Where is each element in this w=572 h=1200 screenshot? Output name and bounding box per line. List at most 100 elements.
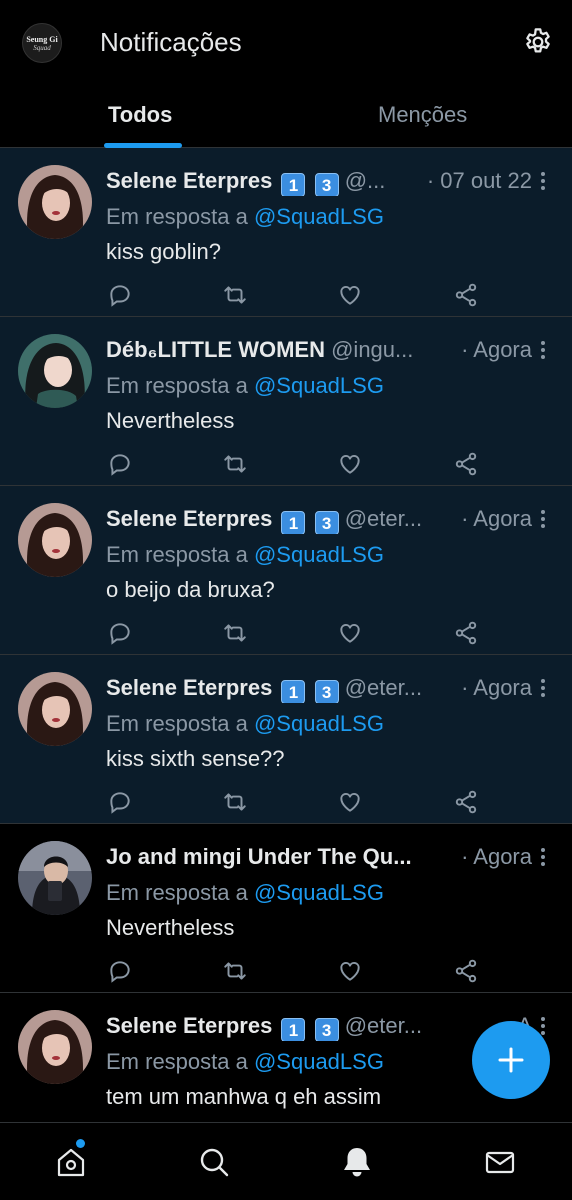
notification-header: Selene Eterpres 1 3 @eter... · A [106, 1013, 532, 1041]
retweet-icon[interactable] [222, 620, 248, 646]
mention-link[interactable]: @SquadLSG [254, 204, 384, 229]
author-name[interactable]: Jo and mingi Under The Qu... [106, 844, 412, 869]
retweet-icon[interactable] [222, 282, 248, 308]
notification-item[interactable]: Selene Eterpres 1 3 @... · 07 out 22 Em … [0, 148, 572, 317]
user-avatar[interactable] [18, 841, 92, 915]
notification-header: Déb₆LITTLE WOMEN @ingu... · Agora [106, 337, 532, 365]
notification-header: Selene Eterpres 1 3 @eter... · Agora [106, 506, 532, 534]
share-icon[interactable] [453, 620, 479, 646]
reply-prefix: Em resposta a [106, 1049, 248, 1074]
bottom-navigation [0, 1122, 572, 1200]
reply-context: Em resposta a @SquadLSG [106, 542, 384, 568]
bell-icon[interactable] [340, 1145, 374, 1179]
reply-context: Em resposta a @SquadLSG [106, 373, 384, 399]
page-title: Notificações [100, 27, 242, 57]
more-vertical-icon[interactable] [534, 846, 552, 868]
mention-link[interactable]: @SquadLSG [254, 711, 384, 736]
reply-context: Em resposta a @SquadLSG [106, 1049, 384, 1075]
heart-icon[interactable] [337, 620, 363, 646]
mention-link[interactable]: @SquadLSG [254, 1049, 384, 1074]
tab-all[interactable]: Todos [108, 102, 172, 128]
notification-header: Selene Eterpres 1 3 @... · 07 out 22 [106, 168, 532, 196]
tweet-text: kiss goblin? [106, 239, 221, 264]
tab-bar: Todos Menções [0, 86, 572, 148]
notification-item[interactable]: Selene Eterpres 1 3 @eter... · Agora Em … [0, 655, 572, 824]
notification-header: Selene Eterpres 1 3 @eter... · Agora [106, 675, 532, 703]
author-handle: @eter... [344, 675, 423, 700]
reply-context: Em resposta a @SquadLSG [106, 880, 384, 906]
timestamp: · 07 out 22 [420, 168, 532, 194]
reply-context: Em resposta a @SquadLSG [106, 204, 384, 230]
author-name[interactable]: Déb₆LITTLE WOMEN [106, 337, 325, 362]
search-icon[interactable] [197, 1145, 231, 1179]
tweet-text: Nevertheless [106, 408, 235, 433]
user-avatar[interactable] [18, 334, 92, 408]
author-name[interactable]: Selene Eterpres [106, 168, 272, 193]
reply-prefix: Em resposta a [106, 711, 248, 736]
author-handle: @eter... [344, 506, 423, 531]
profile-avatar-logo[interactable]: Seung Gi Squad [22, 23, 62, 63]
reply-prefix: Em resposta a [106, 880, 248, 905]
more-vertical-icon[interactable] [534, 677, 552, 699]
home-icon[interactable] [54, 1145, 88, 1179]
user-avatar[interactable] [18, 165, 92, 239]
reply-icon[interactable] [107, 620, 133, 646]
keycap-badge: 1 [281, 511, 306, 534]
user-avatar[interactable] [18, 503, 92, 577]
keycap-badge: 3 [314, 1018, 339, 1041]
reply-icon[interactable] [107, 282, 133, 308]
notification-item[interactable]: Jo and mingi Under The Qu... · Agora Em … [0, 824, 572, 993]
more-vertical-icon[interactable] [534, 339, 552, 361]
share-icon[interactable] [453, 789, 479, 815]
heart-icon[interactable] [337, 789, 363, 815]
share-icon[interactable] [453, 451, 479, 477]
app-header: Seung Gi Squad Notificações Todos Mençõe… [0, 0, 572, 148]
mention-link[interactable]: @SquadLSG [254, 373, 384, 398]
keycap-badge: 1 [281, 680, 306, 703]
heart-icon[interactable] [337, 451, 363, 477]
tab-mentions[interactable]: Menções [378, 102, 467, 128]
keycap-badge: 1 [281, 173, 306, 196]
retweet-icon[interactable] [222, 789, 248, 815]
author-handle: @ingu... [331, 337, 414, 362]
author-name[interactable]: Selene Eterpres [106, 506, 272, 531]
keycap-badge: 1 [281, 1018, 306, 1041]
author-name[interactable]: Selene Eterpres [106, 675, 272, 700]
plus-icon [498, 1047, 524, 1073]
mention-link[interactable]: @SquadLSG [254, 542, 384, 567]
more-vertical-icon[interactable] [534, 508, 552, 530]
gear-icon[interactable] [522, 26, 554, 58]
more-vertical-icon[interactable] [534, 170, 552, 192]
reply-context: Em resposta a @SquadLSG [106, 711, 384, 737]
mail-icon[interactable] [483, 1145, 517, 1179]
heart-icon[interactable] [337, 958, 363, 984]
notification-header: Jo and mingi Under The Qu... · Agora [106, 844, 532, 872]
notification-item[interactable]: Déb₆LITTLE WOMEN @ingu... · Agora Em res… [0, 317, 572, 486]
share-icon[interactable] [453, 282, 479, 308]
retweet-icon[interactable] [222, 451, 248, 477]
retweet-icon[interactable] [222, 958, 248, 984]
reply-prefix: Em resposta a [106, 373, 248, 398]
author-handle: @eter... [344, 1013, 423, 1038]
compose-button[interactable] [472, 1021, 550, 1099]
user-avatar[interactable] [18, 672, 92, 746]
reply-icon[interactable] [107, 958, 133, 984]
keycap-badge: 3 [314, 680, 339, 703]
reply-icon[interactable] [107, 789, 133, 815]
notification-item[interactable]: Selene Eterpres 1 3 @eter... · Agora Em … [0, 486, 572, 655]
timestamp: · Agora [455, 844, 532, 870]
timestamp: · Agora [455, 506, 532, 532]
notification-feed[interactable]: Selene Eterpres 1 3 @... · 07 out 22 Em … [0, 148, 572, 1122]
timestamp: · Agora [455, 675, 532, 701]
keycap-badge: 3 [314, 173, 339, 196]
reply-prefix: Em resposta a [106, 542, 248, 567]
tweet-text: Nevertheless [106, 915, 235, 940]
share-icon[interactable] [453, 958, 479, 984]
user-avatar[interactable] [18, 1010, 92, 1084]
heart-icon[interactable] [337, 282, 363, 308]
tweet-text: o beijo da bruxa? [106, 577, 275, 602]
reply-icon[interactable] [107, 451, 133, 477]
mention-link[interactable]: @SquadLSG [254, 880, 384, 905]
author-name[interactable]: Selene Eterpres [106, 1013, 272, 1038]
tweet-text: kiss sixth sense?? [106, 746, 285, 771]
